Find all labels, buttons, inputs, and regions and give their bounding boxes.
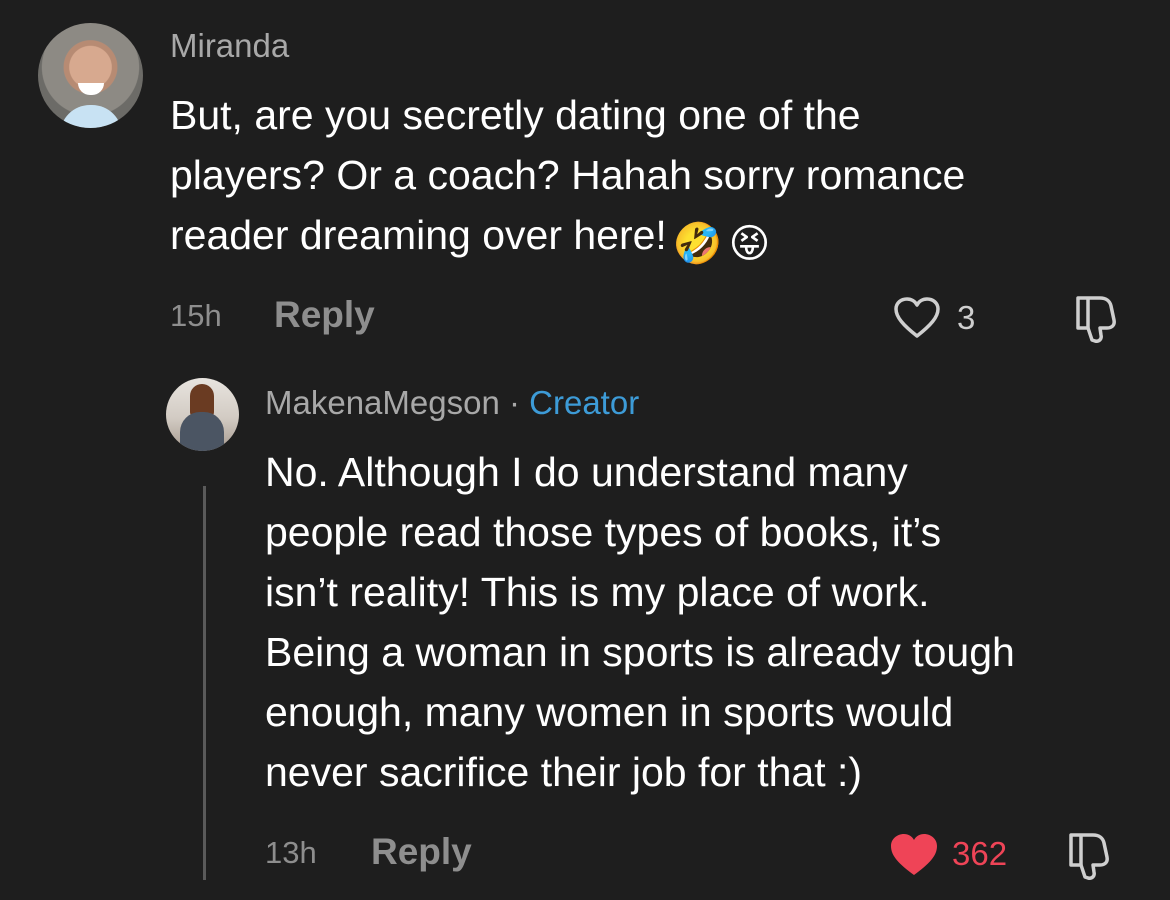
reply-timestamp: 13h [265, 835, 317, 870]
thumbs-down-icon[interactable] [1070, 292, 1126, 344]
comment-body: But, are you secretly dating one of the … [170, 92, 966, 258]
comment-username[interactable]: Miranda [170, 27, 289, 65]
tongue-emoji: 😝 [728, 222, 771, 266]
reply-like-count: 362 [952, 835, 1008, 872]
comment-timestamp: 15h [170, 298, 222, 333]
reply-text: No. Although I do understand many people… [265, 449, 1015, 795]
creator-badge: Creator [529, 384, 640, 421]
comment-like-count: 3 [957, 299, 976, 336]
reply-reply-button[interactable]: Reply [371, 831, 472, 873]
avatar-makenamegson[interactable] [166, 378, 239, 451]
reply-username-row: MakenaMegson · Creator [265, 384, 639, 422]
avatar-miranda[interactable] [38, 23, 143, 128]
thread-line [203, 486, 206, 880]
avatar-coat [180, 412, 224, 451]
reply-username[interactable]: MakenaMegson [265, 384, 500, 421]
comments-panel: Miranda But, are you secretly dating one… [0, 0, 1170, 900]
thumbs-down-icon[interactable] [1063, 829, 1119, 881]
avatar-shirt [60, 105, 122, 128]
creator-separator: · [508, 384, 520, 421]
heart-filled-icon[interactable] [888, 832, 940, 878]
comment-reply-button[interactable]: Reply [274, 294, 375, 336]
heart-outline-icon[interactable] [893, 296, 941, 340]
avatar-smile [78, 83, 104, 95]
rofl-emoji: 🤣 [672, 222, 723, 266]
comment-text: But, are you secretly dating one of the … [170, 85, 1140, 274]
